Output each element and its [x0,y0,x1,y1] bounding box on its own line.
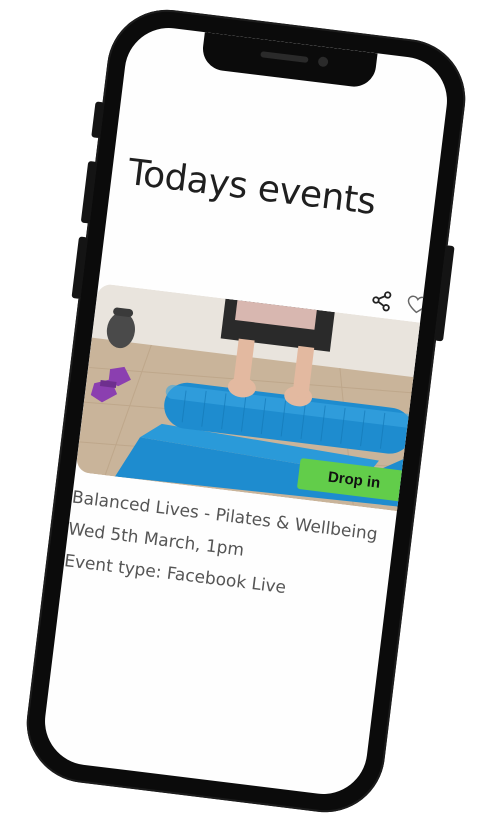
volume-up-button [80,160,98,224]
share-icon[interactable] [369,288,394,313]
heart-outline-icon[interactable] [405,293,430,318]
event-type: Event type: Facebook Live [63,551,288,599]
stage: Todays events Drop in Balanced Lives - P… [0,0,493,818]
power-button [434,245,455,342]
event-card[interactable]: Drop in Balanced Lives - Pilates & Wellb… [58,283,436,652]
notch [200,32,378,90]
phone-screen: Todays events Drop in Balanced Lives - P… [39,23,453,799]
event-actions [369,288,429,317]
event-image[interactable]: Drop in [75,283,436,514]
front-camera [317,56,329,68]
page-title: Todays events [125,152,378,224]
speaker-grille [260,51,309,63]
mute-switch [91,101,105,139]
phone-frame: Todays events Drop in Balanced Lives - P… [19,2,473,818]
volume-down-button [71,236,88,299]
